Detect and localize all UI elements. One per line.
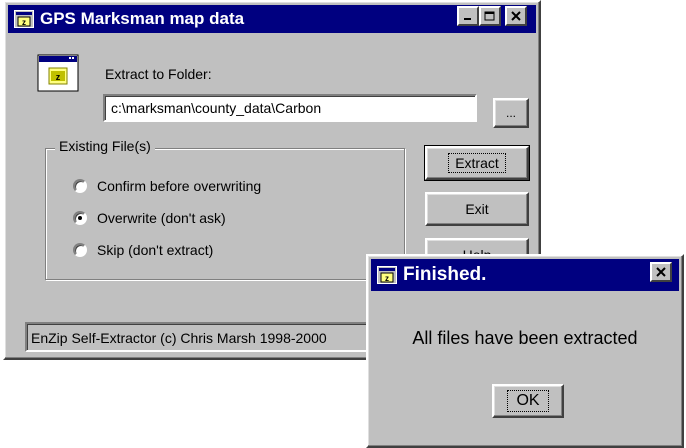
folder-icon: z [37,54,81,94]
exit-button[interactable]: Exit [425,192,529,226]
svg-text:z: z [56,72,61,82]
dialog-message: All files have been extracted [412,328,638,348]
radio-button[interactable] [73,179,87,193]
radio-button[interactable] [73,243,87,257]
dialog-title: Finished. [403,264,487,285]
dialog-app-icon: z [377,266,397,284]
close-button[interactable] [505,6,527,26]
folder-path-input[interactable]: c:\marksman\county_data\Carbon [103,94,477,122]
ok-button-label: OK [507,390,549,412]
finished-dialog: z Finished. All files have been extracte… [366,254,684,448]
svg-text:z: z [22,18,26,27]
maximize-icon [484,11,495,20]
window-title: GPS Marksman map data [40,9,245,28]
radio-label: Confirm before overwriting [97,178,262,194]
browse-button[interactable]: ... [493,98,529,128]
minimize-button[interactable] [457,6,479,26]
finished-titlebar[interactable]: z Finished. [371,259,679,291]
extract-button-label: Extract [448,153,506,173]
radio-button-selected[interactable] [73,211,87,225]
radio-confirm-overwrite[interactable]: Confirm before overwriting [73,178,261,194]
close-icon [510,11,521,21]
svg-text:z: z [385,274,389,283]
maximize-button[interactable] [479,6,501,26]
radio-overwrite[interactable]: Overwrite (don't ask) [73,210,226,226]
extract-to-label: Extract to Folder: [105,66,212,82]
radio-skip[interactable]: Skip (don't extract) [73,242,213,258]
minimize-icon [464,18,471,20]
close-icon [655,267,666,277]
extract-button[interactable]: Extract [424,145,530,181]
dialog-close-button[interactable] [650,262,672,282]
existing-files-legend: Existing File(s) [55,138,155,154]
radio-label: Overwrite (don't ask) [97,210,226,226]
app-icon: z [14,10,34,28]
ok-button[interactable]: OK [492,384,564,418]
radio-label: Skip (don't extract) [97,242,214,258]
